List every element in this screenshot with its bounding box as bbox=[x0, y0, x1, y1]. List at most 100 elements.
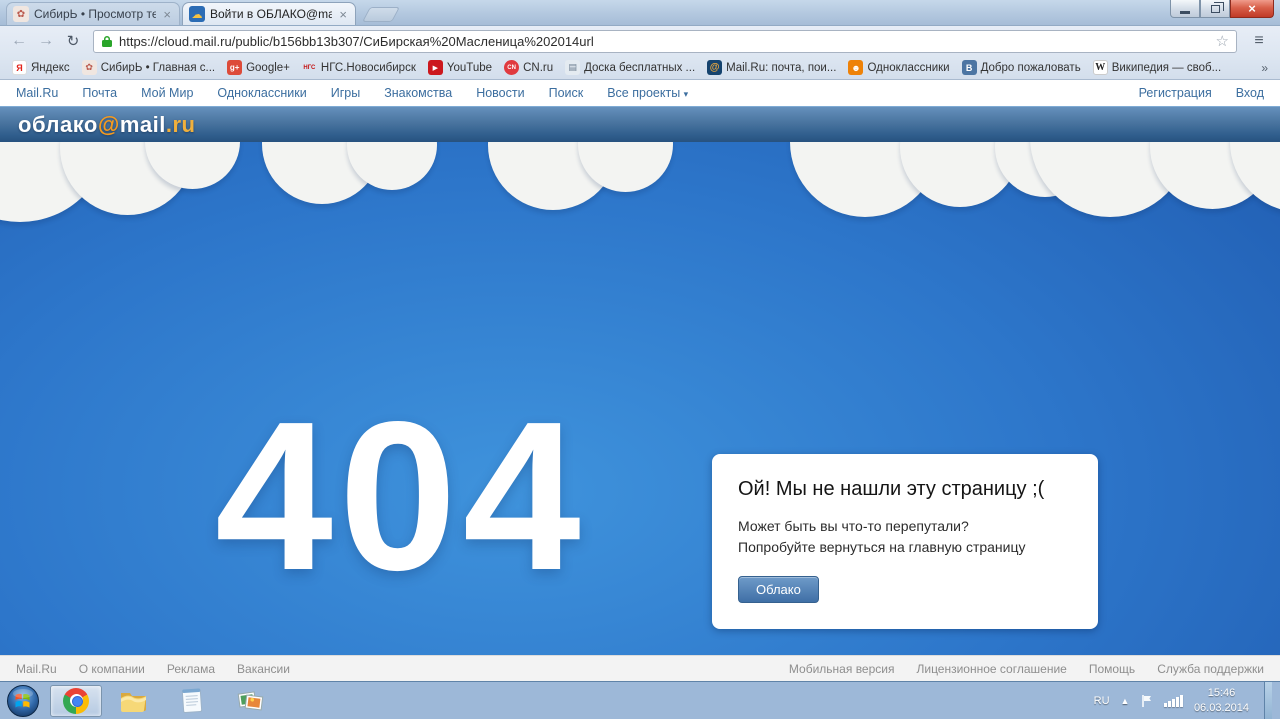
error-card: Ой! Мы не нашли эту страницу ;( Может бы… bbox=[712, 454, 1098, 629]
bookmark-label: Добро пожаловать bbox=[981, 62, 1081, 74]
nav-znakomstva[interactable]: Знакомства bbox=[384, 86, 452, 100]
show-desktop-button[interactable] bbox=[1264, 682, 1272, 719]
minimize-icon bbox=[1180, 11, 1190, 14]
youtube-icon: ▶ bbox=[428, 60, 443, 75]
language-indicator[interactable]: RU bbox=[1094, 695, 1110, 707]
address-bar[interactable]: https://cloud.mail.ru/public/b156bb13b30… bbox=[93, 30, 1237, 53]
bookmark-doska[interactable]: ▤ Доска бесплатных ... bbox=[559, 58, 701, 77]
close-button[interactable]: × bbox=[1230, 0, 1274, 18]
window-controls: × bbox=[1170, 0, 1274, 18]
back-icon: ← bbox=[11, 32, 27, 50]
bookmarks-overflow-button[interactable]: » bbox=[1255, 61, 1274, 75]
bookmark-googleplus[interactable]: g+Google+ bbox=[221, 58, 296, 77]
nav-pochta[interactable]: Почта bbox=[82, 86, 117, 100]
taskbar-notepad-button[interactable] bbox=[166, 685, 218, 717]
forward-button[interactable]: → bbox=[34, 29, 58, 53]
bookmark-label: СибирЬ • Главная с... bbox=[101, 62, 215, 74]
taskbar-explorer-button[interactable] bbox=[108, 685, 160, 717]
bookmark-sibir[interactable]: ✿СибирЬ • Главная с... bbox=[76, 58, 221, 77]
reload-button[interactable]: ↻ bbox=[61, 29, 85, 53]
tab-sibir-forum[interactable]: ✿ СибирЬ • Просмотр тем × bbox=[6, 2, 180, 25]
clock-time: 15:46 bbox=[1194, 686, 1249, 700]
footer-license[interactable]: Лицензионное соглашение bbox=[916, 662, 1066, 676]
network-signal-icon[interactable] bbox=[1164, 695, 1183, 707]
url-text[interactable]: https://cloud.mail.ru/public/b156bb13b30… bbox=[119, 34, 1210, 49]
footer-mailru[interactable]: Mail.Ru bbox=[16, 662, 57, 676]
bookmark-label: Википедия — своб... bbox=[1112, 62, 1221, 74]
browser-toolbar: ← → ↻ https://cloud.mail.ru/public/b156b… bbox=[0, 26, 1280, 56]
nav-mailru[interactable]: Mail.Ru bbox=[16, 86, 58, 100]
padlock-icon bbox=[101, 35, 113, 48]
nav-poisk[interactable]: Поиск bbox=[549, 86, 584, 100]
windows-taskbar: RU ▲ 15:46 06.03.2014 bbox=[0, 681, 1280, 719]
vk-icon: В bbox=[962, 60, 977, 75]
site-header: облако@mail.ru bbox=[0, 106, 1280, 142]
footer-reklama[interactable]: Реклама bbox=[167, 662, 215, 676]
new-tab-button[interactable] bbox=[362, 7, 400, 22]
footer-support[interactable]: Служба поддержки bbox=[1157, 662, 1264, 676]
reload-icon: ↻ bbox=[67, 32, 80, 50]
cloud-mailru-logo[interactable]: облако@mail.ru bbox=[18, 112, 195, 138]
mailru-at-icon: @ bbox=[707, 60, 722, 75]
taskbar-chrome-button[interactable] bbox=[50, 685, 102, 717]
tab-cloud-mailru[interactable]: ☁ Войти в ОБЛАКО@mail.r × bbox=[182, 2, 356, 25]
cloud-home-button[interactable]: Облако bbox=[738, 576, 819, 603]
nav-registration[interactable]: Регистрация bbox=[1139, 86, 1212, 100]
error-line2: Попробуйте вернуться на главную страницу bbox=[738, 537, 1072, 558]
minimize-button[interactable] bbox=[1170, 0, 1200, 18]
close-icon: × bbox=[1248, 1, 1256, 16]
nav-label: Все проекты bbox=[607, 86, 680, 100]
bookmark-vk[interactable]: В Добро пожаловать bbox=[956, 58, 1087, 77]
board-icon: ▤ bbox=[565, 60, 580, 75]
footer-mobile-version[interactable]: Мобильная версия bbox=[789, 662, 895, 676]
restore-button[interactable] bbox=[1200, 0, 1230, 18]
yandex-icon: Я bbox=[12, 60, 27, 75]
start-button[interactable] bbox=[6, 684, 40, 718]
folder-icon bbox=[120, 690, 148, 712]
notepad-icon bbox=[180, 687, 204, 714]
logo-ru-text: .ru bbox=[166, 112, 196, 137]
wikipedia-icon: W bbox=[1093, 60, 1108, 75]
menu-icon: ≡ bbox=[1254, 32, 1263, 50]
action-center-flag-icon[interactable] bbox=[1140, 694, 1153, 708]
bookmark-label: Яндекс bbox=[31, 62, 70, 74]
footer-vakansii[interactable]: Вакансии bbox=[237, 662, 290, 676]
logo-cloud-text: облако bbox=[18, 112, 98, 137]
nav-vse-proekty[interactable]: Все проекты ▾ bbox=[607, 86, 688, 100]
footer-o-kompanii[interactable]: О компании bbox=[79, 662, 145, 676]
bookmark-odnoklassniki[interactable]: ☻Одноклассники bbox=[842, 58, 955, 77]
chrome-menu-button[interactable]: ≡ bbox=[1245, 30, 1273, 53]
nav-moy-mir[interactable]: Мой Мир bbox=[141, 86, 193, 100]
site-footer: Mail.Ru О компании Реклама Вакансии Моби… bbox=[0, 655, 1280, 681]
bookmark-ngs[interactable]: НГС НГС.Новосибирск bbox=[296, 58, 422, 77]
nav-login[interactable]: Вход bbox=[1236, 86, 1264, 100]
error-line1: Может быть вы что-то перепутали? bbox=[738, 516, 1072, 537]
bookmark-label: YouTube bbox=[447, 62, 492, 74]
bookmark-star-icon[interactable]: ☆ bbox=[1216, 32, 1229, 50]
googleplus-icon: g+ bbox=[227, 60, 242, 75]
ngs-icon: НГС bbox=[302, 60, 317, 75]
hidden-icons-button[interactable]: ▲ bbox=[1121, 696, 1130, 706]
footer-help[interactable]: Помощь bbox=[1089, 662, 1135, 676]
bookmark-cnru[interactable]: CNCN.ru bbox=[498, 58, 559, 77]
bookmark-youtube[interactable]: ▶ YouTube bbox=[422, 58, 498, 77]
taskbar-photo-viewer-button[interactable] bbox=[224, 685, 276, 717]
close-tab-icon[interactable]: × bbox=[161, 8, 173, 21]
bookmark-yandex[interactable]: Я Яндекс bbox=[6, 58, 76, 77]
chevron-down-icon: ▾ bbox=[684, 89, 689, 99]
restore-icon bbox=[1211, 5, 1220, 13]
desktop: ✿ СибирЬ • Просмотр тем × ☁ Войти в ОБЛА… bbox=[0, 0, 1280, 719]
back-button[interactable]: ← bbox=[7, 29, 31, 53]
taskbar-clock[interactable]: 15:46 06.03.2014 bbox=[1194, 686, 1249, 715]
nav-igry[interactable]: Игры bbox=[331, 86, 360, 100]
error-page-body: 404 Ой! Мы не нашли эту страницу ;( Може… bbox=[0, 142, 1280, 655]
bookmark-mailru[interactable]: @Mail.Ru: почта, пои... bbox=[701, 58, 842, 77]
nav-odnoklassniki[interactable]: Одноклассники bbox=[217, 86, 306, 100]
system-tray: RU ▲ 15:46 06.03.2014 bbox=[1094, 682, 1274, 719]
bookmark-wikipedia[interactable]: W Википедия — своб... bbox=[1087, 58, 1227, 77]
nav-novosti[interactable]: Новости bbox=[476, 86, 524, 100]
close-tab-icon[interactable]: × bbox=[337, 8, 349, 21]
photo-viewer-icon bbox=[236, 688, 264, 714]
bookmark-label: Доска бесплатных ... bbox=[584, 62, 695, 74]
bookmark-label: НГС.Новосибирск bbox=[321, 62, 416, 74]
